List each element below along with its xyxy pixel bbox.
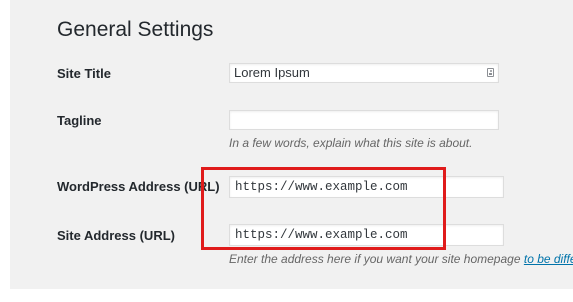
site-title-label: Site Title — [57, 66, 111, 81]
tagline-label: Tagline — [57, 113, 102, 128]
wordpress-address-label: WordPress Address (URL) — [57, 179, 220, 194]
wordpress-address-input[interactable]: https://www.example.com — [229, 176, 504, 198]
page-title: General Settings — [57, 18, 214, 41]
site-address-description: Enter the address here if you want your … — [229, 252, 573, 266]
site-title-value: Lorem Ipsum — [234, 65, 310, 80]
site-address-value: https://www.example.com — [235, 228, 408, 242]
wordpress-address-value: https://www.example.com — [235, 180, 408, 194]
tagline-description: In a few words, explain what this site i… — [229, 136, 473, 150]
site-address-label: Site Address (URL) — [57, 228, 175, 243]
site-address-description-link[interactable]: to be differen — [524, 252, 573, 266]
site-address-description-text: Enter the address here if you want your … — [229, 252, 521, 266]
site-title-input[interactable]: Lorem Ipsum — [229, 63, 499, 83]
contact-card-icon[interactable] — [487, 68, 494, 77]
tagline-input[interactable] — [229, 110, 499, 130]
site-address-input[interactable]: https://www.example.com — [229, 224, 504, 246]
